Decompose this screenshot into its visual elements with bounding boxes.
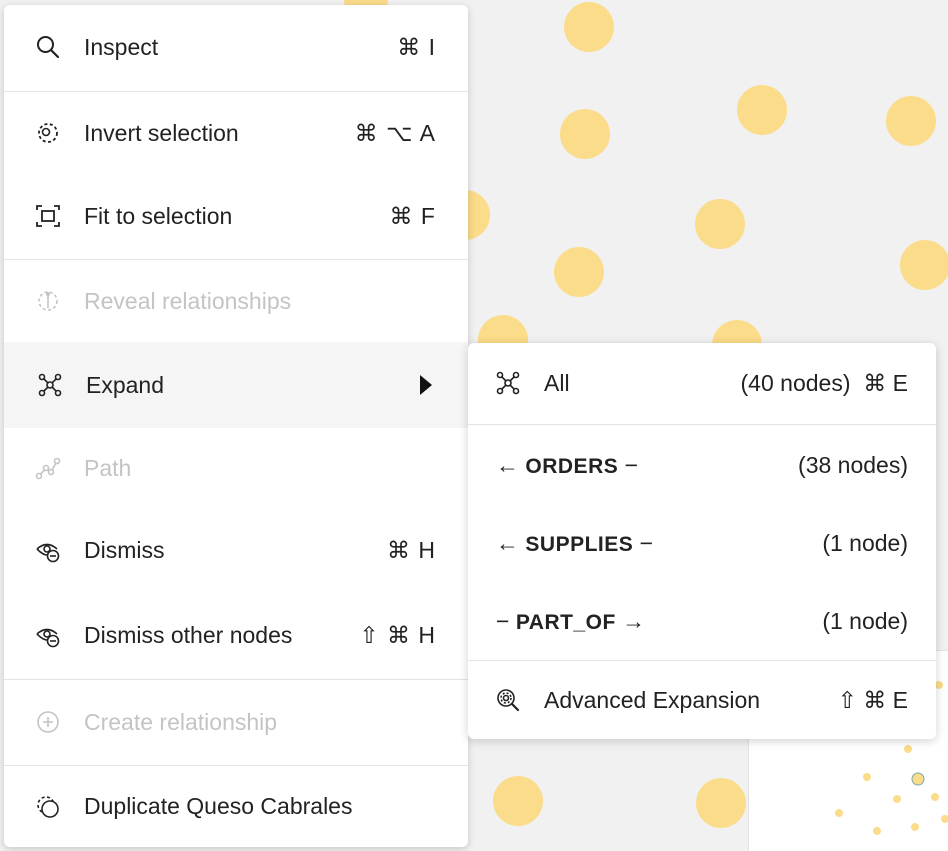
menu-item-shortcut: ⌘ H (387, 536, 436, 563)
menu-item-dismiss[interactable]: Dismiss ⌘ H (4, 508, 468, 592)
relationship-count: (38 nodes) (798, 451, 908, 478)
menu-item-shortcut: ⌘ ⌥ A (354, 119, 436, 146)
menu-item-label: Expand (86, 371, 165, 398)
advanced-expansion-item[interactable]: Advanced Expansion ⇧ ⌘ E (468, 661, 936, 739)
graph-node (554, 247, 604, 297)
relationship-type: ORDERS (525, 454, 619, 478)
menu-item-duplicate[interactable]: Duplicate Queso Cabrales (4, 766, 468, 847)
menu-item-inspect[interactable]: Inspect ⌘ I (4, 5, 468, 89)
expand-relationship-part-of[interactable]: − PART_OF → (1 node) (468, 581, 936, 661)
fit-selection-icon (34, 202, 62, 230)
search-icon (34, 33, 62, 61)
graph-node (886, 96, 936, 146)
reveal-relationships-icon (34, 287, 62, 315)
direction-arrow: → (622, 607, 646, 634)
menu-item-label: Inspect (84, 33, 159, 60)
menu-item-label: Dismiss other nodes (84, 621, 293, 648)
menu-item-shortcut: ⇧ ⌘ H (359, 621, 436, 648)
path-icon (34, 454, 62, 482)
expand-relationship-orders[interactable]: ← ORDERS − (38 nodes) (468, 425, 936, 505)
expand-graph-icon (36, 371, 64, 399)
menu-item-fit-to-selection[interactable]: Fit to selection ⌘ F (4, 174, 468, 258)
menu-item-expand[interactable]: Expand (4, 342, 468, 428)
menu-item-label: Fit to selection (84, 202, 233, 229)
add-circle-icon (34, 708, 62, 736)
menu-item-dismiss-other-nodes[interactable]: Dismiss other nodes ⇧ ⌘ H (4, 592, 468, 678)
menu-item-shortcut: ⌘ F (389, 202, 436, 229)
graph-node (493, 776, 543, 826)
advanced-expansion-icon (494, 686, 522, 714)
direction-arrow: ← (496, 451, 519, 478)
expand-all-count: (40 nodes) (740, 369, 851, 396)
relationship-label: ← SUPPLIES − (496, 530, 653, 557)
relationship-type: SUPPLIES (525, 532, 634, 556)
menu-item-label: Dismiss (84, 536, 165, 563)
menu-item-path: Path (4, 428, 468, 508)
graph-node (560, 109, 610, 159)
context-menu: Inspect ⌘ I Invert selection ⌘ ⌥ A Fit t… (4, 5, 468, 847)
relationship-label: − PART_OF → (496, 608, 645, 635)
dismiss-others-icon (34, 621, 62, 649)
graph-node (696, 778, 746, 828)
direction-arrow: ← (496, 529, 519, 556)
menu-item-invert-selection[interactable]: Invert selection ⌘ ⌥ A (4, 92, 468, 174)
dismiss-icon (34, 536, 62, 564)
menu-item-label: Invert selection (84, 119, 239, 146)
graph-node (737, 85, 787, 135)
expand-relationship-supplies[interactable]: ← SUPPLIES − (1 node) (468, 503, 936, 583)
relationship-count: (1 node) (822, 607, 908, 634)
direction-arrow: − (496, 607, 510, 634)
menu-item-label: Create relationship (84, 708, 278, 735)
expand-all-meta: (40 nodes) ⌘ E (741, 370, 908, 397)
direction-arrow: − (624, 451, 639, 478)
advanced-expansion-label: Advanced Expansion (544, 686, 761, 713)
direction-arrow: − (639, 529, 654, 556)
menu-item-label: Reveal relationships (84, 287, 292, 314)
menu-item-create-relationship: Create relationship (4, 680, 468, 764)
menu-item-label: Duplicate Queso Cabrales (84, 793, 353, 819)
expand-submenu: All (40 nodes) ⌘ E ← ORDERS − (38 nodes)… (468, 343, 936, 739)
relationship-count: (1 node) (822, 529, 908, 556)
expand-graph-icon (494, 369, 522, 397)
graph-node (564, 2, 614, 52)
menu-item-reveal-relationships: Reveal relationships (4, 260, 468, 342)
menu-item-label: Path (84, 454, 132, 481)
advanced-expansion-shortcut: ⇧ ⌘ E (837, 686, 908, 713)
graph-node (695, 199, 745, 249)
expand-all-item[interactable]: All (40 nodes) ⌘ E (468, 343, 936, 423)
menu-item-shortcut: ⌘ I (397, 33, 436, 60)
invert-selection-icon (34, 119, 62, 147)
duplicate-icon (34, 793, 62, 821)
relationship-type: PART_OF (515, 610, 616, 634)
expand-all-shortcut: ⌘ E (863, 369, 908, 396)
relationship-label: ← ORDERS − (496, 452, 638, 479)
expand-all-label: All (544, 369, 570, 396)
graph-node (900, 240, 948, 290)
submenu-arrow-icon (420, 375, 432, 395)
